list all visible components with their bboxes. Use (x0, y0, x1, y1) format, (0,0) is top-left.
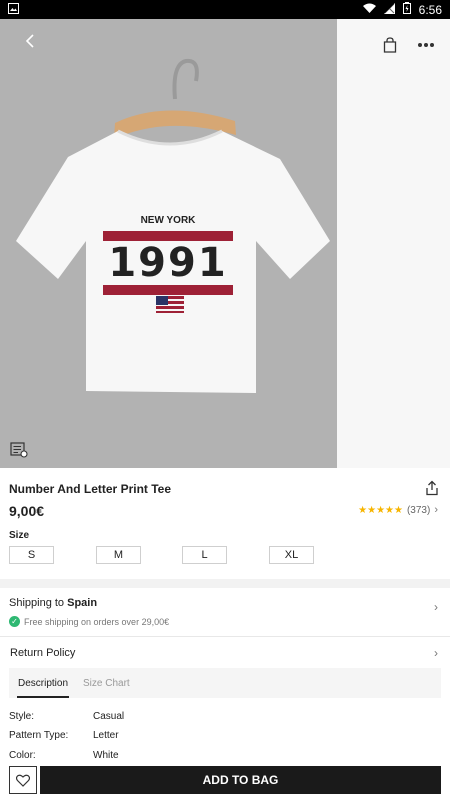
product-image[interactable]: NEW YORK 1991 (0, 19, 337, 468)
product-price: 9,00€ (9, 503, 45, 519)
rating-summary[interactable]: ★★★★★ (373) › (358, 504, 438, 516)
chevron-right-icon: › (434, 504, 438, 516)
next-product-image[interactable] (337, 19, 450, 468)
print-stripe (103, 285, 233, 295)
shopping-bag-icon (383, 37, 397, 53)
spec-label: Pattern Type: (9, 730, 69, 741)
shipping-title: Shipping to Spain (9, 597, 97, 609)
shipping-row[interactable]: Shipping to Spain › ✓ Free shipping on o… (0, 590, 450, 636)
product-gallery[interactable]: NEW YORK 1991 (0, 19, 450, 468)
rating-stars-icon: ★★★★★ (358, 504, 403, 516)
more-button[interactable] (412, 31, 440, 59)
return-policy-label: Return Policy (10, 647, 76, 659)
spec-label: Color: (9, 750, 36, 761)
more-horizontal-icon (418, 43, 434, 47)
wishlist-button[interactable] (9, 766, 37, 794)
heart-icon (16, 774, 30, 787)
chevron-left-icon (25, 34, 34, 48)
size-option-s[interactable]: S (9, 546, 54, 564)
size-option-xl[interactable]: XL (269, 546, 314, 564)
free-shipping-note: ✓ Free shipping on orders over 29,00€ (9, 616, 169, 627)
share-icon (426, 480, 438, 496)
spec-label: Style: (9, 711, 35, 722)
spec-value: White (93, 750, 119, 761)
chevron-right-icon: › (434, 600, 438, 614)
size-option-m[interactable]: M (96, 546, 141, 564)
compare-icon[interactable] (8, 439, 30, 461)
description-tabs: Description Size Chart (9, 668, 441, 698)
spec-value: Casual (93, 711, 125, 722)
return-policy-row[interactable]: Return Policy › (0, 637, 450, 668)
signal-icon (383, 2, 395, 17)
tab-size-chart[interactable]: Size Chart (83, 678, 130, 689)
section-divider (0, 579, 450, 588)
rating-count: (373) (406, 504, 431, 516)
bag-button[interactable] (376, 31, 404, 59)
share-button[interactable] (420, 476, 444, 500)
print-text-year: 1991 (108, 240, 228, 286)
active-tab-indicator (17, 696, 69, 698)
print-text-newyork: NEW YORK (103, 215, 233, 226)
back-button[interactable] (16, 27, 44, 55)
bottom-action-bar: ADD TO BAG (0, 762, 450, 800)
add-to-bag-button[interactable]: ADD TO BAG (40, 766, 441, 794)
chevron-right-icon: › (434, 646, 438, 660)
tab-description[interactable]: Description (18, 678, 68, 689)
size-option-l[interactable]: L (182, 546, 227, 564)
free-shipping-text: Free shipping on orders over 29,00€ (24, 616, 170, 627)
wifi-icon (362, 3, 376, 17)
status-bar: 6:56 (0, 0, 450, 19)
check-circle-icon: ✓ (9, 616, 20, 627)
spec-value: Letter (93, 730, 119, 741)
image-icon (8, 3, 19, 17)
product-title: Number And Letter Print Tee (9, 482, 172, 496)
size-selector: S M L XL (9, 546, 429, 566)
shipping-prefix: Shipping to (9, 597, 68, 609)
shipping-country: Spain (67, 597, 98, 609)
size-label: Size (9, 530, 30, 541)
battery-icon (402, 2, 411, 17)
clock: 6:56 (418, 2, 442, 17)
